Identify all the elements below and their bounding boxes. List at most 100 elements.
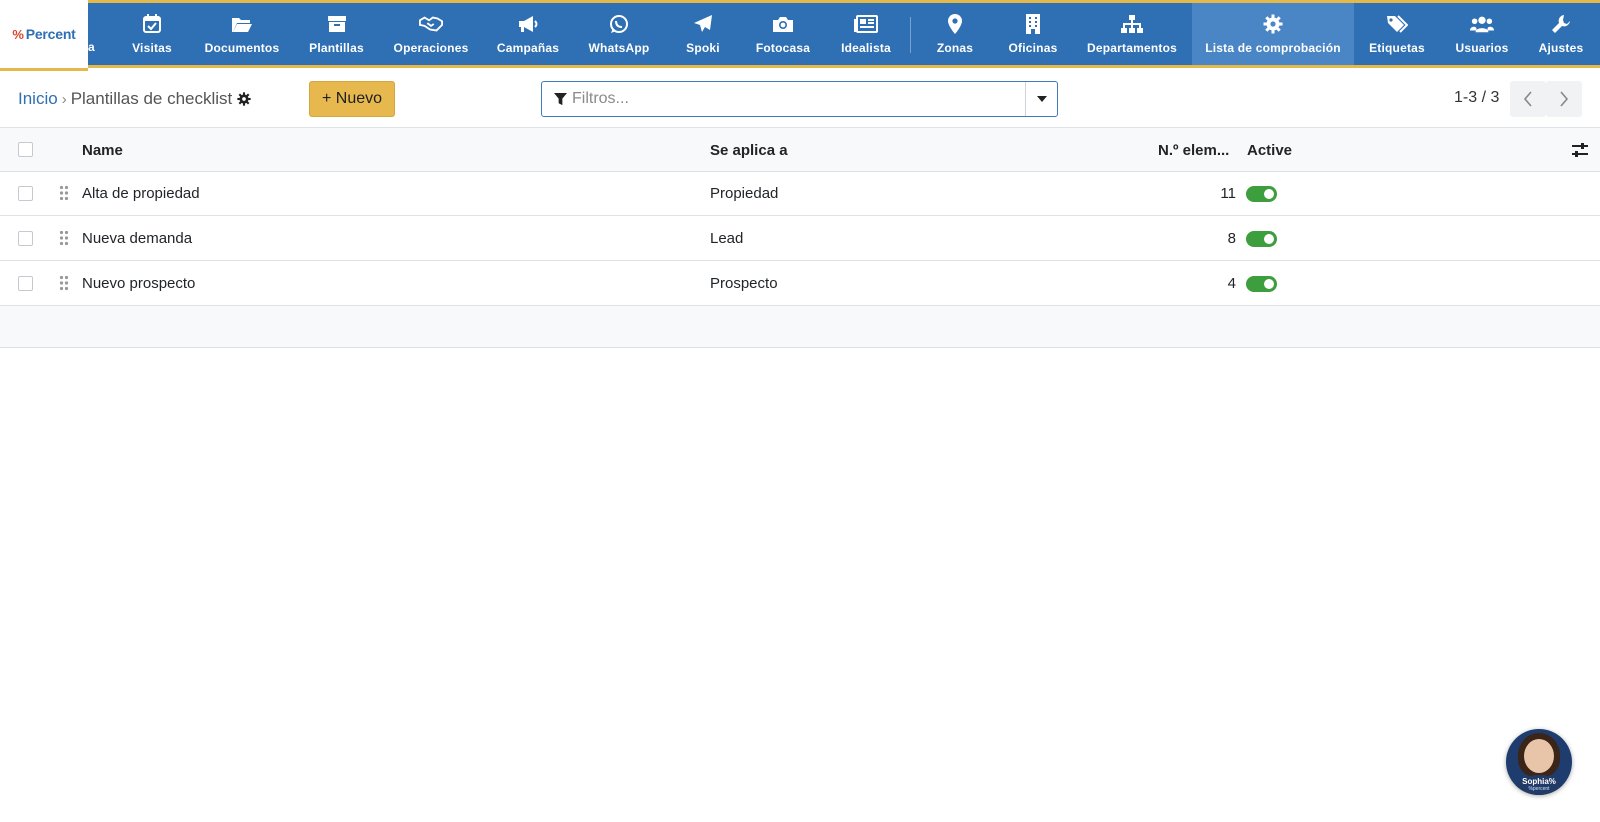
archive-icon [325, 13, 349, 35]
newspaper-icon [854, 13, 878, 35]
paper-plane-icon [691, 13, 715, 35]
filter-input[interactable] [572, 82, 1025, 116]
nav-item-documentos[interactable]: Documentos [197, 3, 287, 65]
row-applies-to: Lead [710, 230, 744, 247]
nav-label: Oficinas [1008, 41, 1058, 55]
assistant-avatar-button[interactable]: Sophia% %percent [1506, 729, 1572, 795]
assistant-name: Sophia% [1522, 777, 1556, 786]
map-marker-icon [943, 13, 967, 35]
nav-item-fotocasa[interactable]: Fotocasa [748, 3, 818, 65]
nav-label: Operaciones [393, 41, 469, 55]
folder-open-icon [230, 13, 254, 35]
nav-item-lista-de-comprobacion[interactable]: Lista de comprobación [1192, 3, 1354, 68]
nav-item-campanas[interactable]: Campañas [489, 3, 567, 65]
chevron-right-icon [1560, 91, 1569, 107]
nav-item-zonas[interactable]: Zonas [925, 3, 985, 65]
building-icon [1021, 13, 1045, 35]
brand-logo[interactable]: % Percent [0, 0, 88, 71]
column-header-count[interactable]: N.º elem... [1158, 142, 1229, 159]
table-row[interactable]: Alta de propiedad Propiedad 11 [0, 172, 1600, 216]
nav-item-ajustes[interactable]: Ajustes [1532, 3, 1590, 65]
table-header: Name Se aplica a N.º elem... Active [0, 127, 1600, 172]
logo-text: Percent [25, 26, 76, 42]
pager-prev-button[interactable] [1510, 81, 1546, 117]
nav-item-whatsapp[interactable]: WhatsApp [581, 3, 657, 65]
nav-item-plantillas[interactable]: Plantillas [300, 3, 373, 65]
nav-item-operaciones[interactable]: Operaciones [386, 3, 476, 65]
nav-label: Departamentos [1087, 41, 1177, 55]
table-row[interactable]: Nueva demanda Lead 8 [0, 217, 1600, 261]
nav-label: Spoki [686, 41, 720, 55]
nav-item-spoki[interactable]: Spoki [676, 3, 730, 65]
drag-handle-icon[interactable] [59, 275, 69, 291]
table-footer [0, 306, 1600, 348]
row-applies-to: Prospecto [710, 275, 778, 292]
handshake-icon [419, 13, 443, 35]
nav-item-oficinas[interactable]: Oficinas [1000, 3, 1066, 65]
page-title: Plantillas de checklist [70, 89, 233, 108]
active-toggle[interactable] [1246, 276, 1277, 292]
tags-icon [1385, 13, 1409, 35]
logo-mark: % [12, 26, 24, 42]
whatsapp-icon [607, 13, 631, 35]
column-header-applies-to[interactable]: Se aplica a [710, 142, 788, 159]
new-button[interactable]: + Nuevo [309, 81, 395, 117]
wrench-icon [1549, 13, 1573, 35]
active-toggle[interactable] [1246, 231, 1277, 247]
filter-dropdown-toggle[interactable] [1025, 82, 1057, 116]
nav-label: WhatsApp [588, 41, 650, 55]
nav-item-partial[interactable]: a [88, 3, 98, 65]
filter-box [541, 81, 1058, 117]
nav-label: Zonas [936, 41, 974, 55]
row-checkbox[interactable] [18, 276, 33, 291]
pager-next-button[interactable] [1546, 81, 1582, 117]
select-all-checkbox[interactable] [18, 142, 33, 157]
assistant-subtitle: %percent [1528, 786, 1550, 792]
table-row[interactable]: Nuevo prospecto Prospecto 4 [0, 262, 1600, 306]
nav-item-idealista[interactable]: Idealista [834, 3, 898, 65]
caret-down-icon [1036, 96, 1047, 102]
nav-item-etiquetas[interactable]: Etiquetas [1364, 3, 1430, 65]
top-navbar: % Percent a Visitas Documentos Plantilla… [0, 0, 1600, 71]
nav-item-visitas[interactable]: Visitas [117, 3, 187, 65]
row-name: Nuevo prospecto [82, 275, 196, 292]
gear-icon [1261, 13, 1285, 35]
sitemap-icon [1120, 13, 1144, 35]
gear-icon[interactable] [237, 92, 251, 106]
chevron-left-icon [1523, 91, 1532, 107]
row-name: Nueva demanda [82, 230, 193, 247]
column-settings-icon[interactable] [1571, 141, 1589, 159]
nav-label: Fotocasa [755, 41, 811, 55]
drag-handle-icon[interactable] [59, 230, 69, 246]
nav-label: Idealista [841, 41, 891, 55]
nav-item-usuarios[interactable]: Usuarios [1450, 3, 1514, 65]
drag-handle-icon[interactable] [59, 185, 69, 201]
active-toggle[interactable] [1246, 186, 1277, 202]
row-checkbox[interactable] [18, 186, 33, 201]
row-checkbox[interactable] [18, 231, 33, 246]
row-applies-to: Propiedad [710, 185, 779, 202]
nav-label: Ajustes [1538, 41, 1584, 55]
row-count: 11 [1220, 185, 1236, 202]
calendar-check-icon [140, 13, 164, 35]
nav-label: Visitas [132, 41, 172, 55]
column-header-active[interactable]: Active [1247, 142, 1292, 159]
logo-wordmark: % Percent [12, 26, 76, 42]
nav-item-departamentos[interactable]: Departamentos [1082, 3, 1182, 65]
pager-counter: 1-3 / 3 [1454, 89, 1500, 106]
column-header-name[interactable]: Name [82, 142, 123, 159]
row-count: 8 [1227, 230, 1236, 247]
users-icon [1470, 13, 1494, 35]
row-name: Alta de propiedad [82, 185, 200, 202]
breadcrumb: Inicio › Plantillas de checklist [18, 87, 251, 111]
avatar-face [1524, 739, 1554, 773]
nav-label: Campañas [496, 41, 560, 55]
nav-label: Lista de comprobación [1205, 41, 1341, 55]
row-count: 4 [1227, 275, 1236, 292]
nav-label: Documentos [204, 41, 280, 55]
nav-item-partial-label: a [88, 40, 95, 54]
breadcrumb-separator: › [61, 90, 67, 108]
breadcrumb-home-link[interactable]: Inicio [18, 89, 58, 109]
nav-label: Plantillas [309, 41, 364, 55]
nav-label: Etiquetas [1369, 41, 1425, 55]
